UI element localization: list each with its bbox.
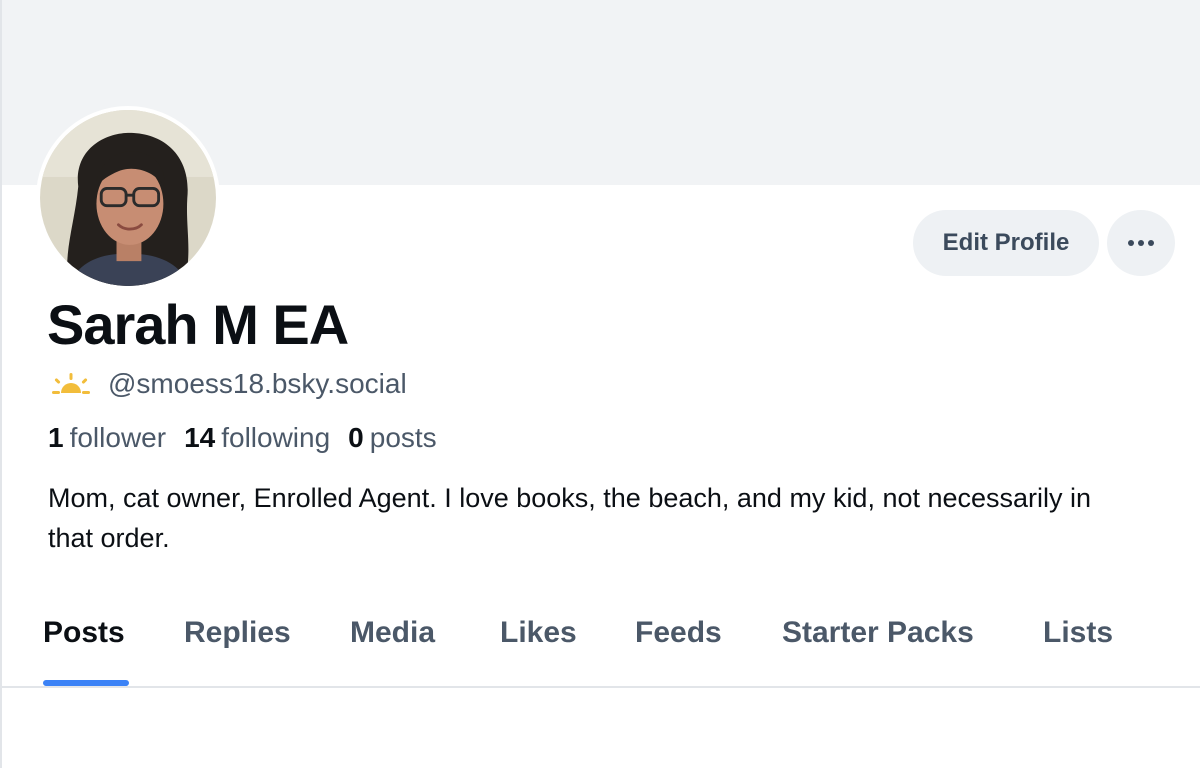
ellipsis-icon (1128, 240, 1154, 246)
followers-count: 1 (48, 422, 64, 453)
active-tab-indicator (43, 680, 129, 686)
following-count: 14 (184, 422, 216, 453)
tab-replies[interactable]: Replies (184, 616, 291, 650)
profile-bio: Mom, cat owner, Enrolled Agent. I love b… (48, 483, 1092, 553)
more-options-button[interactable] (1107, 210, 1175, 276)
sunrise-icon (52, 373, 90, 394)
profile-tabs: Posts Replies Media Likes Feeds Starter … (2, 600, 1200, 688)
posts-count: 0 (348, 422, 364, 453)
tab-starter-packs[interactable]: Starter Packs (782, 616, 974, 650)
tab-media[interactable]: Media (350, 616, 435, 650)
profile-page: Edit Profile Sarah M EA @smoess18.bsky.s… (0, 0, 1200, 768)
edit-profile-button[interactable]: Edit Profile (913, 210, 1099, 276)
avatar[interactable] (36, 106, 220, 290)
tab-lists[interactable]: Lists (1043, 616, 1113, 650)
display-name: Sarah M EA (47, 293, 349, 356)
following-stat[interactable]: 14 following (184, 422, 330, 454)
posts-stat: 0 posts (348, 422, 437, 454)
posts-label: posts (369, 422, 437, 453)
handle-row: @smoess18.bsky.social (48, 368, 407, 400)
tab-posts[interactable]: Posts (43, 616, 125, 650)
following-label: following (221, 422, 331, 453)
profile-stats: 1 follower 14 following 0 posts (48, 422, 455, 454)
tab-feeds[interactable]: Feeds (635, 616, 722, 650)
followers-stat[interactable]: 1 follower (48, 422, 166, 454)
handle-text[interactable]: @smoess18.bsky.social (108, 368, 407, 400)
tab-likes[interactable]: Likes (500, 616, 577, 650)
followers-label: follower (69, 422, 167, 453)
